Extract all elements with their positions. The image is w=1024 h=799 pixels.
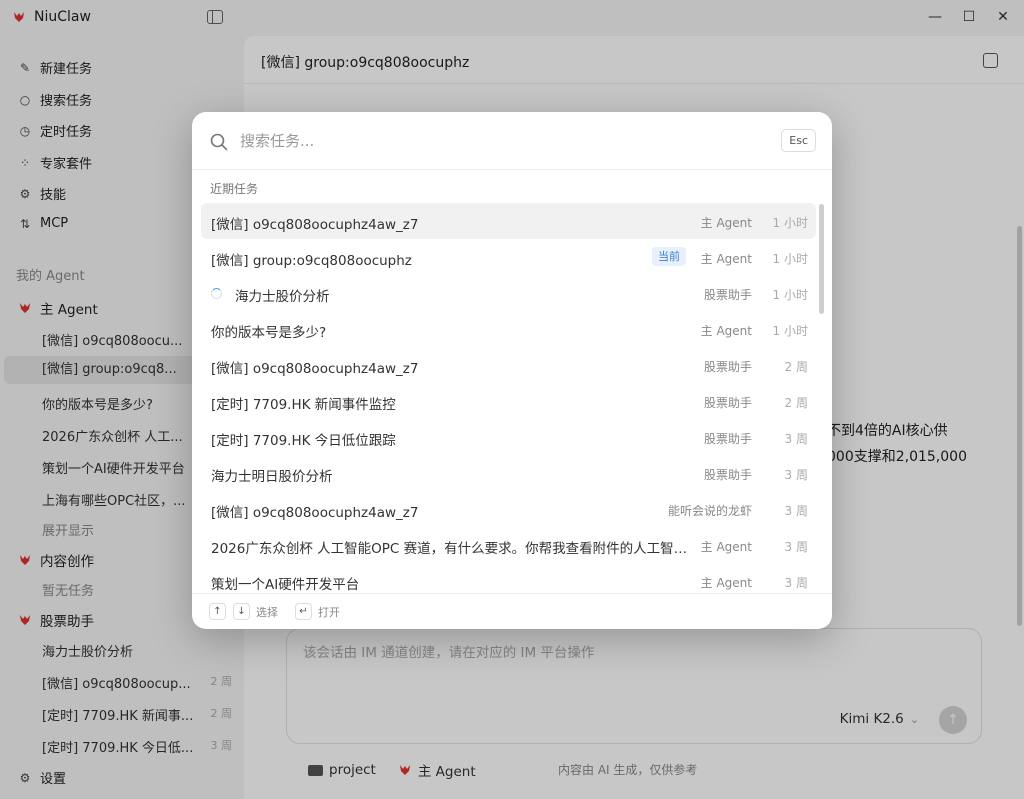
task-time: 3 周	[784, 504, 808, 518]
task-title: [微信] o9cq808oocuphz4aw_z7	[211, 505, 419, 521]
task-title: [微信] o9cq808oocuphz4aw_z7	[211, 217, 419, 233]
task-agent: 主 Agent	[700, 216, 752, 230]
recent-task-list: [微信] o9cq808oocuphz4aw_z7 主 Agent 1 小时 […	[201, 203, 816, 592]
task-time: 1 小时	[772, 324, 808, 338]
task-row[interactable]: [微信] group:o9cq808oocuphz 当前 主 Agent 1 小…	[201, 239, 816, 275]
task-title: 你的版本号是多少?	[211, 325, 327, 341]
task-title: 海力士明日股价分析	[211, 469, 333, 485]
task-time: 1 小时	[772, 216, 808, 230]
search-input[interactable]	[240, 129, 760, 153]
task-time: 3 周	[784, 576, 808, 590]
task-time: 3 周	[784, 468, 808, 482]
task-agent: 股票助手	[703, 396, 752, 410]
palette-search-row: Esc	[192, 112, 832, 170]
task-title: 策划一个AI硬件开发平台	[211, 577, 360, 592]
task-title: 2026广东众创杯 人工智能OPC 赛道，有什么要求。你帮我查看附件的人工智能.…	[211, 541, 691, 557]
search-icon	[210, 133, 228, 151]
task-agent: 股票助手	[703, 288, 752, 302]
task-time: 2 周	[784, 360, 808, 374]
task-row[interactable]: 海力士股价分析 股票助手 1 小时	[201, 275, 816, 311]
task-time: 1 小时	[772, 252, 808, 266]
arrow-up-key-icon: ↑	[209, 603, 226, 620]
recent-tasks-label: 近期任务	[210, 182, 259, 196]
task-agent: 主 Agent	[700, 324, 752, 338]
task-title: [定时] 7709.HK 新闻事件监控	[211, 397, 396, 413]
loading-spinner-icon	[211, 288, 222, 299]
task-row[interactable]: 策划一个AI硬件开发平台 主 Agent 3 周	[201, 563, 816, 592]
task-agent: 主 Agent	[700, 540, 752, 554]
task-row[interactable]: 海力士明日股价分析 股票助手 3 周	[201, 455, 816, 491]
task-row[interactable]: 你的版本号是多少? 主 Agent 1 小时	[201, 311, 816, 347]
task-title: 海力士股价分析	[235, 289, 330, 305]
task-agent: 能听会说的龙虾	[667, 504, 752, 518]
task-title: [微信] group:o9cq808oocuphz	[211, 253, 412, 269]
palette-scrollbar[interactable]	[819, 204, 824, 314]
task-title: [定时] 7709.HK 今日低位跟踪	[211, 433, 396, 449]
task-time: 3 周	[784, 540, 808, 554]
current-badge: 当前	[652, 247, 686, 266]
task-time: 2 周	[784, 396, 808, 410]
open-hint: 打开	[318, 606, 340, 619]
task-agent: 股票助手	[703, 360, 752, 374]
task-row[interactable]: [微信] o9cq808oocuphz4aw_z7 能听会说的龙虾 3 周	[201, 491, 816, 527]
esc-close-button[interactable]: Esc	[781, 129, 816, 152]
task-agent: 股票助手	[703, 468, 752, 482]
task-title: [微信] o9cq808oocuphz4aw_z7	[211, 361, 419, 377]
task-time: 1 小时	[772, 288, 808, 302]
task-row[interactable]: [微信] o9cq808oocuphz4aw_z7 主 Agent 1 小时	[201, 203, 816, 239]
palette-footer: ↑ ↓ 选择 ↵ 打开	[192, 593, 832, 629]
task-agent: 股票助手	[703, 432, 752, 446]
task-row[interactable]: [定时] 7709.HK 今日低位跟踪 股票助手 3 周	[201, 419, 816, 455]
task-agent: 主 Agent	[700, 252, 752, 266]
select-hint: 选择	[256, 606, 278, 619]
enter-key-icon: ↵	[295, 603, 312, 620]
arrow-down-key-icon: ↓	[233, 603, 250, 620]
task-row[interactable]: [微信] o9cq808oocuphz4aw_z7 股票助手 2 周	[201, 347, 816, 383]
task-row[interactable]: [定时] 7709.HK 新闻事件监控 股票助手 2 周	[201, 383, 816, 419]
task-search-palette: Esc 近期任务 [微信] o9cq808oocuphz4aw_z7 主 Age…	[192, 112, 832, 629]
task-time: 3 周	[784, 432, 808, 446]
task-agent: 主 Agent	[700, 576, 752, 590]
task-row[interactable]: 2026广东众创杯 人工智能OPC 赛道，有什么要求。你帮我查看附件的人工智能.…	[201, 527, 816, 563]
